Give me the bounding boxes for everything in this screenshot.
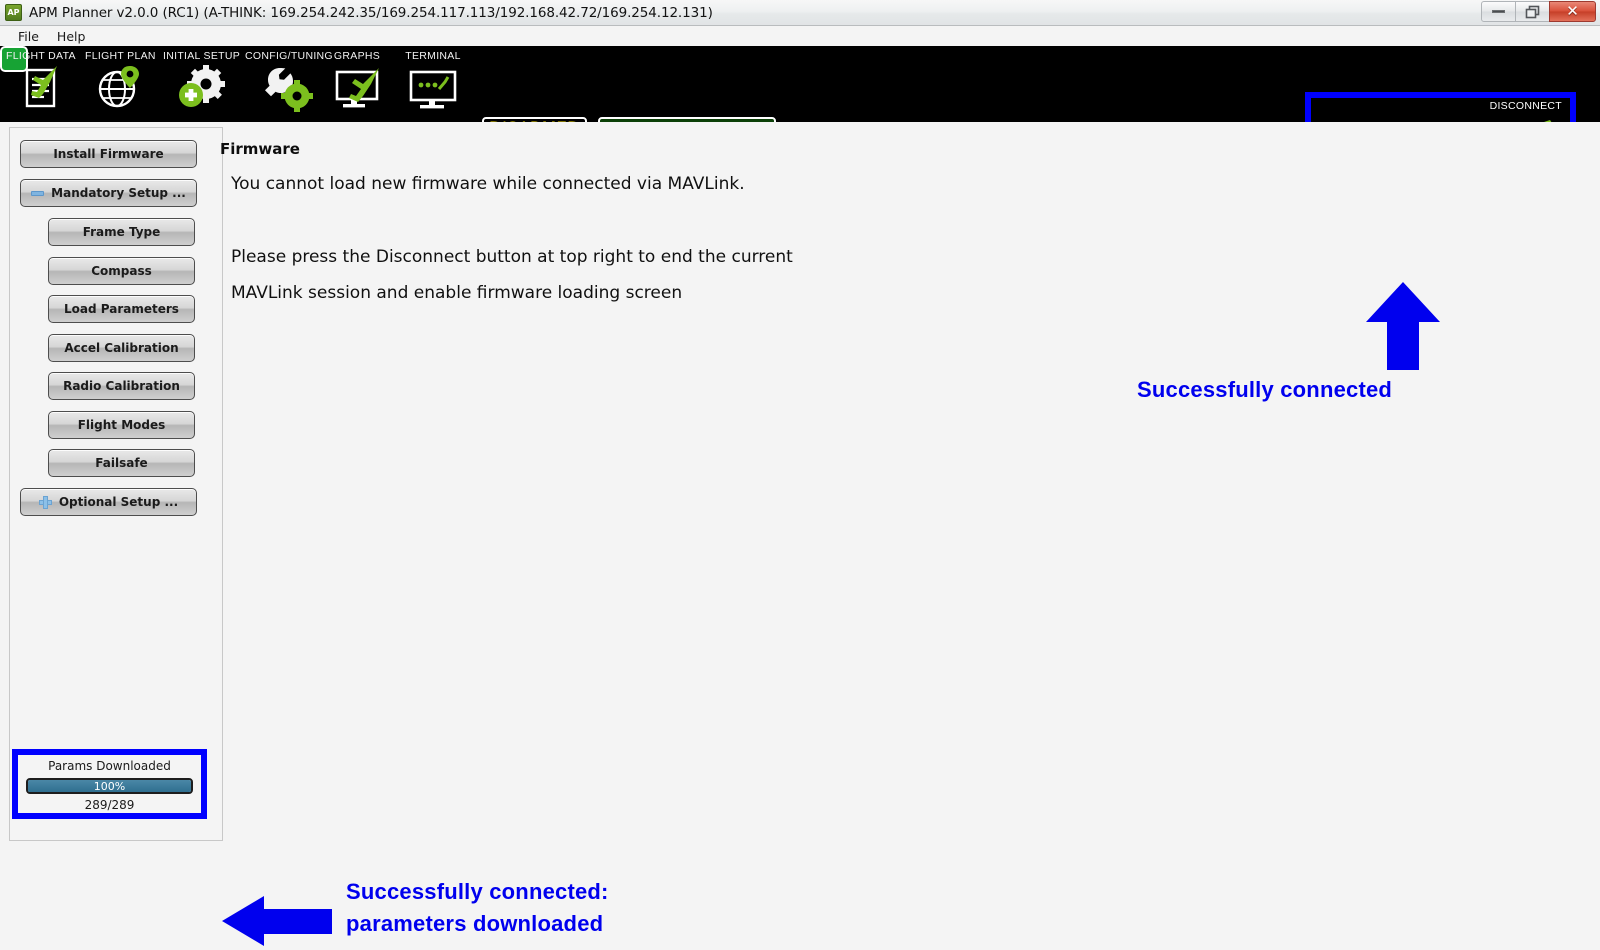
setup-sidebar: Install Firmware Mandatory Setup ... Fra…: [9, 127, 223, 841]
sidebar-item-compass[interactable]: Compass: [48, 257, 195, 285]
tab-config-tuning-label: CONFIG/TUNING: [245, 50, 333, 62]
minus-icon: [31, 190, 45, 196]
initial-setup-icon: [174, 64, 230, 114]
menu-item-help[interactable]: Help: [48, 28, 95, 45]
restore-button[interactable]: [1515, 1, 1550, 22]
sidebar-item-label: Load Parameters: [64, 302, 179, 316]
close-button[interactable]: ✕: [1549, 1, 1596, 22]
params-progress-panel: Params Downloaded 100% 289/289: [12, 749, 207, 819]
graphs-icon: [329, 64, 385, 114]
tab-graphs[interactable]: GRAPHS: [329, 50, 385, 114]
app-icon-label: AP: [7, 7, 20, 17]
restore-icon: [1525, 5, 1539, 18]
annotation-bottom-line-2: parameters downloaded: [346, 911, 604, 936]
sidebar-item-frame-type[interactable]: Frame Type: [48, 218, 195, 246]
window-title: APM Planner v2.0.0 (RC1) (A-THINK: 169.2…: [29, 4, 713, 21]
page-title: Firmware: [220, 140, 300, 158]
arrow-up-icon: [1366, 282, 1440, 370]
sidebar-item-label: Frame Type: [82, 225, 161, 239]
tab-flight-data[interactable]: FLIGHT DATA: [6, 50, 76, 114]
sidebar-item-optional-setup[interactable]: Optional Setup ...: [20, 488, 197, 516]
sidebar-item-label: Accel Calibration: [64, 341, 179, 355]
terminal-icon: [405, 64, 461, 114]
sidebar-item-mandatory-setup[interactable]: Mandatory Setup ...: [20, 179, 197, 207]
plus-icon: [38, 495, 52, 509]
progress-title: Params Downloaded: [48, 759, 171, 773]
close-icon: ✕: [1566, 2, 1579, 20]
sidebar-item-accel-calibration[interactable]: Accel Calibration: [48, 334, 195, 362]
minimize-button[interactable]: [1481, 1, 1516, 22]
tab-initial-setup-label: INITIAL SETUP: [163, 50, 241, 62]
firmware-message-line-2: Please press the Disconnect button at to…: [231, 247, 793, 267]
annotation-bottom-line-1: Successfully connected:: [346, 879, 609, 904]
sidebar-item-install-firmware[interactable]: Install Firmware: [20, 140, 197, 168]
firmware-message-line-3: MAVLink session and enable firmware load…: [231, 283, 683, 303]
minimize-icon: [1492, 10, 1505, 13]
content-area: Install Firmware Mandatory Setup ... Fra…: [0, 122, 1600, 946]
tab-flight-plan[interactable]: FLIGHT PLAN: [85, 50, 156, 114]
sidebar-item-label: Optional Setup ...: [58, 495, 179, 509]
tab-config-tuning[interactable]: CONFIG/TUNING: [245, 50, 333, 114]
sidebar-item-label: Failsafe: [95, 456, 148, 470]
annotation-top-right: Successfully connected: [1137, 377, 1393, 402]
sidebar-item-label: Install Firmware: [53, 147, 164, 161]
firmware-message-line-1: You cannot load new firmware while conne…: [231, 174, 745, 194]
progress-bar-fill: 100%: [28, 780, 191, 792]
main-toolbar: FLIGHT DATA FLIGHT PLAN INITIAL SETUP CO…: [0, 46, 1600, 172]
sidebar-item-radio-calibration[interactable]: Radio Calibration: [48, 372, 195, 400]
flight-plan-icon: [92, 64, 148, 114]
title-bar: AP APM Planner v2.0.0 (RC1) (A-THINK: 16…: [0, 0, 1600, 26]
sidebar-item-load-parameters[interactable]: Load Parameters: [48, 295, 195, 323]
arrow-left-icon: [222, 894, 332, 946]
menu-bar: File Help: [0, 26, 1600, 46]
sidebar-item-label: Radio Calibration: [63, 379, 180, 393]
progress-percent-label: 100%: [93, 779, 126, 793]
progress-count-label: 289/289: [84, 798, 135, 812]
sidebar-item-failsafe[interactable]: Failsafe: [48, 449, 195, 477]
tab-flight-data-label: FLIGHT DATA: [6, 50, 76, 62]
disconnect-label: DISCONNECT: [1489, 100, 1562, 112]
sidebar-item-label: Compass: [91, 264, 152, 278]
tab-initial-setup[interactable]: INITIAL SETUP: [163, 50, 240, 114]
menu-item-file[interactable]: File: [9, 28, 48, 45]
sidebar-item-flight-modes[interactable]: Flight Modes: [48, 411, 195, 439]
tab-graphs-label: GRAPHS: [333, 50, 381, 62]
progress-bar: 100%: [26, 778, 193, 794]
app-icon: AP: [5, 4, 22, 21]
window-controls: ✕: [1481, 1, 1596, 22]
sidebar-item-label: Mandatory Setup ...: [51, 186, 186, 200]
config-tuning-icon: [261, 64, 317, 114]
tab-terminal[interactable]: TERMINAL: [405, 50, 461, 114]
tab-flight-plan-label: FLIGHT PLAN: [85, 50, 156, 62]
sidebar-item-label: Flight Modes: [77, 418, 166, 432]
tab-terminal-label: TERMINAL: [405, 50, 461, 62]
flight-data-icon: [13, 64, 69, 114]
